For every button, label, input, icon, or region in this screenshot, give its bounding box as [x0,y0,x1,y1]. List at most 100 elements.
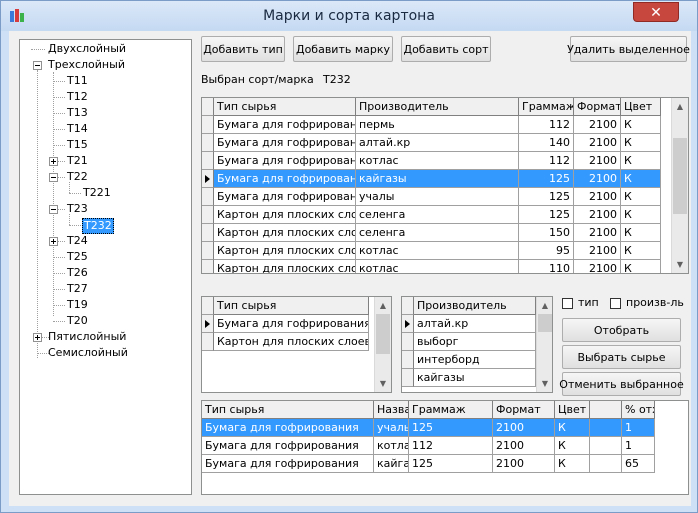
table-row-selected[interactable]: Бумага для гофрирования кайгазы 125 2100… [202,170,662,188]
list-item[interactable]: кайгазы [402,369,536,387]
cell-weight[interactable]: 140 [519,134,574,152]
expand-icon[interactable] [49,157,58,166]
cell-format[interactable]: 2100 [574,242,621,260]
table-row[interactable]: Бумага для гофрирования кайгазы 125 2100… [202,455,655,473]
cell-type[interactable]: Бумага для гофрирования [214,315,369,333]
tree-node-t12[interactable]: Т12 [67,89,88,105]
tree-node-t23[interactable]: Т23 [67,201,88,217]
scroll-thumb[interactable] [538,314,552,332]
cell-weight[interactable]: 112 [519,116,574,134]
cell-producer[interactable]: кайгазы [356,170,519,188]
cell-color[interactable]: К [621,242,661,260]
tree-node-dvuhsloyny[interactable]: Двухслойный [48,41,126,57]
col-header-type[interactable]: Тип сырья [214,297,369,315]
list-item[interactable]: Бумага для гофрирования [202,315,369,333]
scroll-up-icon[interactable]: ▲ [375,297,391,314]
cell-producer[interactable]: котлас [356,242,519,260]
cell-producer[interactable]: выборг [414,333,536,351]
table-row[interactable]: Картон для плоских слоев селенга 150 210… [202,224,662,242]
tree-node-t22[interactable]: Т22 [67,169,88,185]
cell-producer[interactable]: пермь [356,116,519,134]
delete-selected-button[interactable]: Удалить выделенное [567,36,690,62]
filter-type-checkbox[interactable] [562,298,573,309]
cell-format[interactable]: 2100 [493,437,555,455]
cell-format[interactable]: 2100 [574,116,621,134]
tree-node-pyatisloyny[interactable]: Пятислойный [48,329,126,345]
cell-format[interactable]: 2100 [574,260,621,273]
cell-color[interactable]: К [555,437,590,455]
cell-format[interactable]: 2100 [574,152,621,170]
table-row[interactable]: Картон для плоских слоев котлас 110 2100… [202,260,662,273]
cell-color[interactable]: К [621,170,661,188]
cell-name[interactable]: учалы [374,419,409,437]
table-row[interactable]: Картон для плоских слоев котлас 95 2100 … [202,242,662,260]
cell-color[interactable]: К [621,206,661,224]
cell-name[interactable]: кайгазы [374,455,409,473]
col-header-color[interactable]: Цвет [555,401,590,419]
cell-producer[interactable]: алтай.кр [414,315,536,333]
cell-type[interactable]: Картон для плоских слоев [214,260,356,273]
cell-type[interactable]: Картон для плоских слоев [214,242,356,260]
list-item[interactable]: выборг [402,333,536,351]
table-row[interactable]: Бумага для гофрирования алтай.кр 140 210… [202,134,662,152]
tree-node-t26[interactable]: Т26 [67,265,88,281]
tree-node-t232[interactable]: Т232 [82,218,114,234]
type-filter-grid[interactable]: Тип сырья Бумага для гофрирования Картон… [201,296,392,393]
cell-producer[interactable]: учалы [356,188,519,206]
cell-type[interactable]: Бумага для гофрирования [202,419,374,437]
table-row[interactable]: Бумага для гофрирования котлас 112 2100 … [202,437,655,455]
cell-weight[interactable]: 150 [519,224,574,242]
collapse-icon[interactable] [33,61,42,70]
cell-type[interactable]: Картон для плоских слоев [214,206,356,224]
cell-color[interactable]: К [621,152,661,170]
cell-blank[interactable] [590,437,622,455]
choose-raw-button[interactable]: Выбрать сырье [562,345,681,369]
cell-color[interactable]: К [555,419,590,437]
cell-type[interactable]: Бумага для гофрирования [202,437,374,455]
scroll-thumb[interactable] [376,314,390,354]
cell-percent[interactable]: 65 [622,455,655,473]
producer-grid-scrollbar[interactable]: ▲ ▼ [536,297,552,392]
cell-weight[interactable]: 125 [519,188,574,206]
col-header-producer[interactable]: Производитель [356,98,519,116]
tree-node-t19[interactable]: Т19 [67,297,88,313]
cell-producer[interactable]: селенга [356,206,519,224]
col-header-color[interactable]: Цвет [621,98,661,116]
scroll-down-icon[interactable]: ▼ [537,375,552,392]
cell-weight[interactable]: 125 [409,455,493,473]
cell-format[interactable]: 2100 [574,206,621,224]
filter-producer-checkbox[interactable] [610,298,621,309]
cell-producer[interactable]: интерборд [414,351,536,369]
cell-color[interactable]: К [621,116,661,134]
cell-producer[interactable]: алтай.кр [356,134,519,152]
scroll-up-icon[interactable]: ▲ [672,98,688,115]
tree-node-t15[interactable]: Т15 [67,137,88,153]
collapse-icon[interactable] [49,205,58,214]
add-grade-button[interactable]: Добавить сорт [401,36,491,62]
cell-percent[interactable]: 1 [622,419,655,437]
cell-producer[interactable]: кайгазы [414,369,536,387]
cell-weight[interactable]: 125 [519,170,574,188]
cell-format[interactable]: 2100 [574,188,621,206]
cell-percent[interactable]: 1 [622,437,655,455]
add-type-button[interactable]: Добавить тип [201,36,285,62]
cell-color[interactable]: К [621,188,661,206]
col-header-weight[interactable]: Граммаж [409,401,493,419]
tree-node-t27[interactable]: Т27 [67,281,88,297]
cell-weight[interactable]: 112 [409,437,493,455]
cell-format[interactable]: 2100 [493,419,555,437]
cell-weight[interactable]: 125 [519,206,574,224]
tree-node-t11[interactable]: Т11 [67,73,88,89]
cell-name[interactable]: котлас [374,437,409,455]
col-header-percent[interactable]: % отх [622,401,655,419]
cell-type[interactable]: Бумага для гофрирования [214,116,356,134]
scroll-up-icon[interactable]: ▲ [537,297,552,314]
cell-weight[interactable]: 112 [519,152,574,170]
col-header-producer[interactable]: Производитель [414,297,536,315]
cell-type[interactable]: Картон для плоских слоев [214,333,369,351]
table-row[interactable]: Бумага для гофрирования пермь 112 2100 К [202,116,662,134]
selected-materials-grid[interactable]: Тип сырья Назва Граммаж Формат Цвет % от… [201,400,689,495]
cell-weight[interactable]: 95 [519,242,574,260]
tree-node-t21[interactable]: Т21 [67,153,88,169]
select-button[interactable]: Отобрать [562,318,681,342]
